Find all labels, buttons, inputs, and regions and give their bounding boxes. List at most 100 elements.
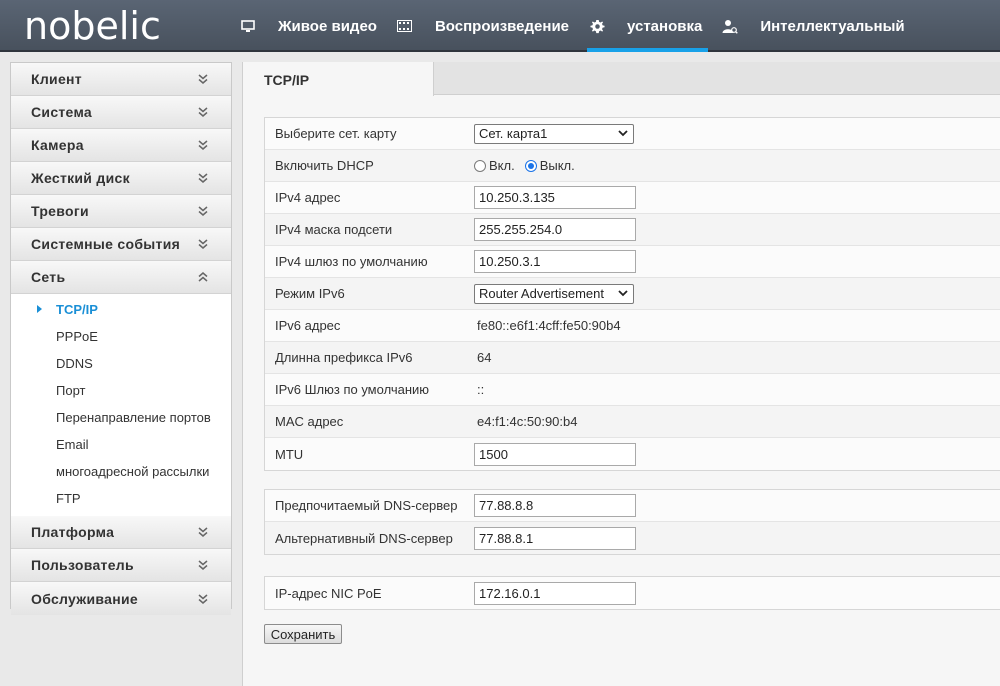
ipv4-gateway-row: IPv4 шлюз по умолчанию — [265, 246, 1000, 278]
sidebar-item-label: PPPoE — [56, 329, 98, 344]
ipv6-address-label: IPv6 адрес — [275, 318, 341, 333]
sidebar-group-user[interactable]: Пользователь — [11, 549, 231, 582]
mac-label: MAC адрес — [275, 414, 344, 429]
poe-panel: IP-адрес NIC PoE — [264, 576, 1000, 610]
nic-label: Выберите сет. карту — [275, 126, 397, 141]
sidebar-group-network[interactable]: Сеть — [11, 261, 231, 294]
ipv4-address-input[interactable] — [474, 186, 636, 209]
nav-live-video[interactable]: Живое видео — [232, 0, 389, 52]
film-icon — [397, 18, 413, 34]
sidebar-group-label: Тревоги — [31, 203, 89, 219]
ipv6-mode-value: Router Advertisement — [479, 286, 605, 301]
sidebar-item-ftp[interactable]: FTP — [11, 485, 231, 512]
dns-preferred-row: Предпочитаемый DNS-сервер — [265, 490, 1000, 522]
sidebar-group-label: Обслуживание — [31, 590, 138, 607]
sidebar-group-hdd[interactable]: Жесткий диск — [11, 162, 231, 195]
mtu-label: MTU — [275, 446, 304, 462]
sidebar-group-client[interactable]: Клиент — [11, 63, 231, 96]
ipv6-prefix-row: Длинна префикса IPv6 64 — [265, 342, 1000, 374]
mac-row: MAC адрес e4:f1:4c:50:90:b4 — [265, 406, 1000, 438]
sidebar-group-label: Клиент — [31, 71, 82, 87]
sidebar-group-label: Камера — [31, 137, 84, 153]
gear-icon — [589, 18, 605, 34]
ipv4-mask-input[interactable] — [474, 218, 636, 241]
settings-sidebar: Клиент Система Камера Жесткий диск Трево… — [10, 62, 232, 615]
sidebar-item-label: Порт — [56, 383, 86, 398]
nav-intelligent[interactable]: Интеллектуальный — [714, 0, 916, 52]
sidebar-item-label: Email — [56, 437, 89, 452]
nav-setup[interactable]: установка — [581, 0, 714, 52]
top-bar: nobelic Живое видео Воспроизведение уста… — [0, 0, 1000, 52]
nav-playback[interactable]: Воспроизведение — [389, 0, 581, 52]
ipv6-mode-select[interactable]: Router Advertisement — [474, 283, 634, 304]
chevron-up-icon — [197, 271, 209, 283]
sidebar-group-camera[interactable]: Камера — [11, 129, 231, 162]
chevron-down-icon — [197, 238, 209, 250]
radio-off-icon — [474, 159, 486, 172]
save-button[interactable]: Сохранить — [264, 624, 342, 644]
mac-value: e4:f1:4c:50:90:b4 — [477, 414, 578, 429]
chevron-down-icon — [197, 593, 209, 605]
active-marker-icon — [37, 305, 42, 313]
nav-setup-label: установка — [627, 17, 703, 35]
ipv6-address-row: IPv6 адрес fe80::e6f1:4cff:fe50:90b4 — [265, 310, 1000, 342]
chevron-down-icon — [197, 106, 209, 118]
dhcp-off-radio[interactable]: Выкл. — [524, 158, 575, 173]
poe-ip-input[interactable] — [474, 581, 636, 605]
chevron-down-icon — [197, 172, 209, 184]
nav-intelligent-label: Интеллектуальный — [760, 17, 905, 35]
ipv6-prefix-label: Длинна префикса IPv6 — [275, 350, 413, 365]
radio-on-icon — [524, 159, 537, 172]
sidebar-item-port-forwarding[interactable]: Перенаправление портов — [11, 404, 231, 431]
sidebar-group-alarms[interactable]: Тревоги — [11, 195, 231, 228]
sidebar-group-system-events[interactable]: Системные события — [11, 228, 231, 261]
sidebar-group-label: Платформа — [31, 524, 115, 540]
mtu-input[interactable] — [474, 442, 636, 466]
sidebar-item-label: TCP/IP — [56, 302, 98, 317]
dns-preferred-input[interactable] — [474, 494, 636, 517]
tab-tcpip[interactable]: TCP/IP — [243, 62, 434, 96]
poe-ip-row: IP-адрес NIC PoE — [265, 577, 1000, 609]
ipv4-address-label: IPv4 адрес — [275, 190, 341, 205]
mtu-row: MTU — [265, 438, 1000, 470]
sidebar-item-pppoe[interactable]: PPPoE — [11, 323, 231, 350]
ipv6-gateway-label: IPv6 Шлюз по умолчанию — [275, 382, 430, 397]
nic-select[interactable]: Сет. карта1 — [474, 123, 634, 144]
sidebar-item-tcpip[interactable]: TCP/IP — [11, 296, 231, 323]
settings-content: TCP/IP Выберите сет. карту Сет. карта1 В… — [242, 62, 1000, 686]
chevron-down-icon — [617, 288, 629, 300]
sidebar-group-platform[interactable]: Платформа — [11, 516, 231, 549]
sidebar-item-label: FTP — [56, 491, 81, 506]
dns-alternate-row: Альтернативный DNS-сервер — [265, 522, 1000, 554]
ipv4-mask-row: IPv4 маска подсети — [265, 214, 1000, 246]
dhcp-on-label: Вкл. — [489, 158, 515, 173]
chevron-down-icon — [197, 526, 209, 538]
nic-select-value: Сет. карта1 — [479, 126, 548, 141]
sidebar-item-ddns[interactable]: DDNS — [11, 350, 231, 377]
sidebar-item-email[interactable]: Email — [11, 431, 231, 458]
ipv4-mask-label: IPv4 маска подсети — [275, 222, 393, 237]
person-search-icon — [722, 18, 739, 34]
sidebar-item-port[interactable]: Порт — [11, 377, 231, 404]
dhcp-label: Включить DHCP — [275, 158, 374, 173]
dns-preferred-label: Предпочитаемый DNS-сервер — [275, 498, 458, 513]
dns-alternate-input[interactable] — [474, 526, 636, 550]
ipv4-gateway-input[interactable] — [474, 250, 636, 273]
dhcp-off-label: Выкл. — [539, 158, 575, 173]
sidebar-group-system[interactable]: Система — [11, 96, 231, 129]
ipv6-mode-row: Режим IPv6 Router Advertisement — [265, 278, 1000, 310]
dns-alternate-label: Альтернативный DNS-сервер — [275, 530, 453, 546]
sidebar-item-label: многоадресной рассылки — [56, 464, 210, 479]
main-nav: Живое видео Воспроизведение установка Ин… — [232, 0, 917, 52]
dns-panel: Предпочитаемый DNS-сервер Альтернативный… — [264, 489, 1000, 555]
nav-live-video-label: Живое видео — [278, 17, 377, 35]
ipv6-gateway-row: IPv6 Шлюз по умолчанию :: — [265, 374, 1000, 406]
chevron-down-icon — [197, 73, 209, 85]
sidebar-group-maintenance[interactable]: Обслуживание — [11, 582, 231, 615]
brand-logo: nobelic — [24, 4, 161, 48]
sidebar-item-multicast[interactable]: многоадресной рассылки — [11, 458, 231, 485]
dhcp-on-radio[interactable]: Вкл. — [474, 158, 515, 173]
dhcp-row: Включить DHCP Вкл. Выкл. — [265, 150, 1000, 182]
ipv4-gateway-label: IPv4 шлюз по умолчанию — [275, 254, 428, 269]
chevron-down-icon — [197, 559, 209, 571]
